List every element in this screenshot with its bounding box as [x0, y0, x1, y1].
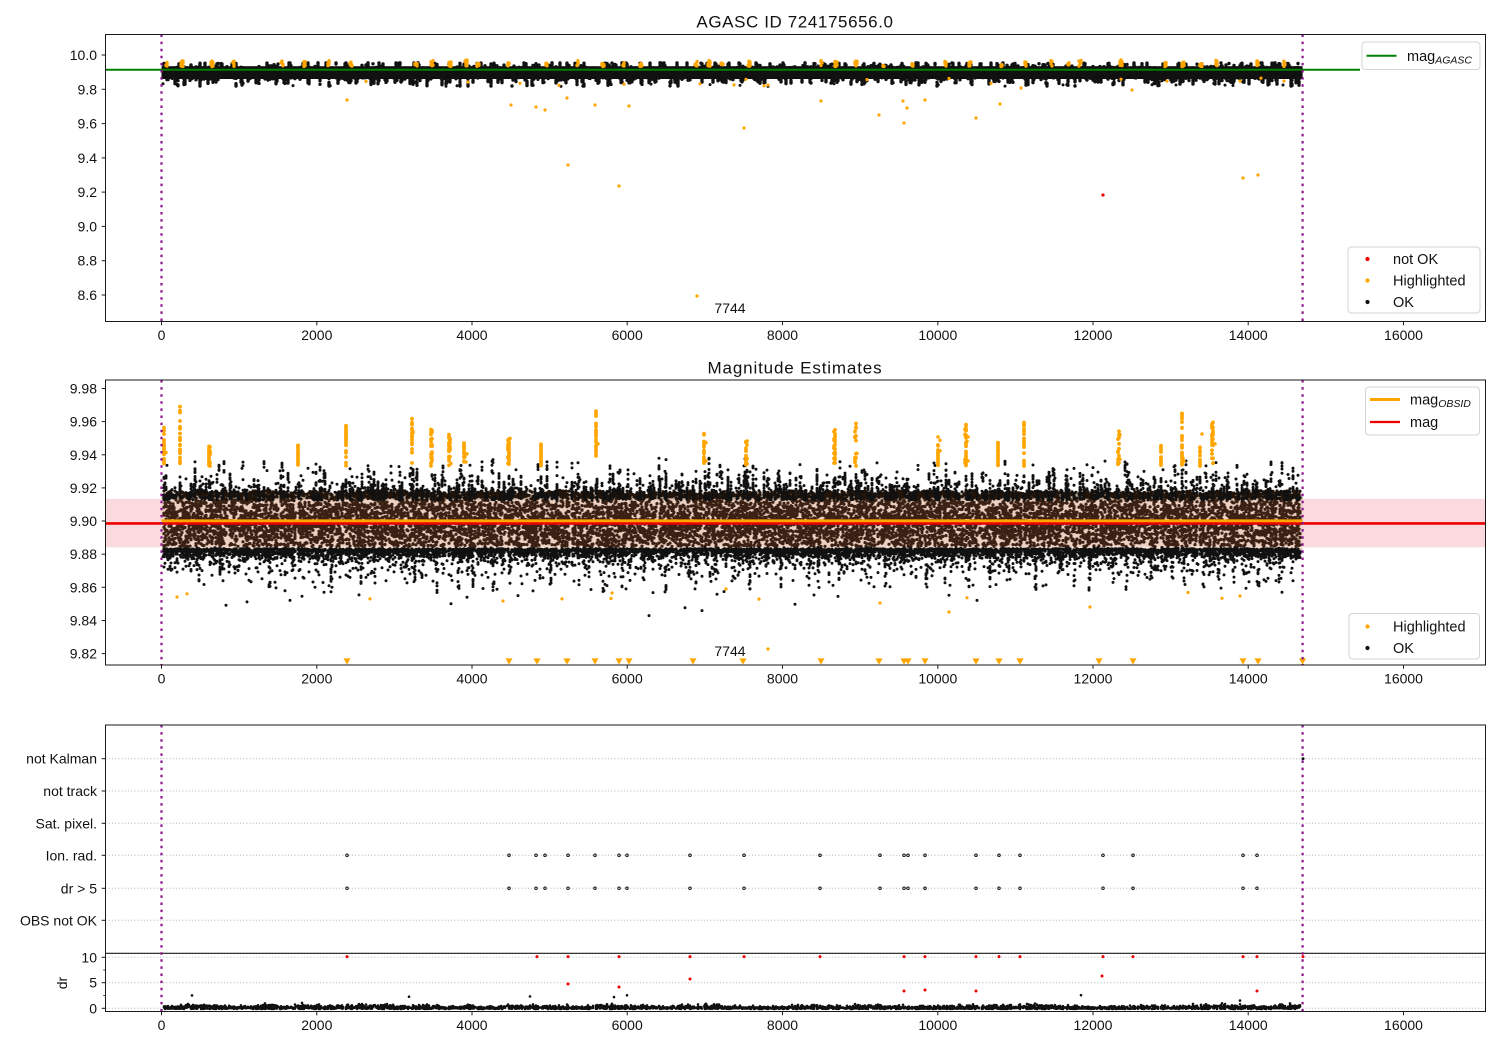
svg-text:4000: 4000 — [456, 671, 487, 687]
svg-text:Sat. pixel.: Sat. pixel. — [36, 815, 97, 831]
svg-text:10: 10 — [81, 949, 97, 965]
svg-text:Magnitude Estimates: Magnitude Estimates — [708, 359, 883, 378]
svg-text:mag: mag — [1410, 415, 1438, 431]
svg-text:10000: 10000 — [918, 1017, 957, 1033]
svg-text:8000: 8000 — [767, 1017, 798, 1033]
svg-text:9.0: 9.0 — [78, 218, 98, 234]
svg-text:2000: 2000 — [301, 671, 332, 687]
svg-text:not track: not track — [43, 783, 98, 799]
svg-text:dr > 5: dr > 5 — [61, 880, 97, 896]
svg-text:dr: dr — [54, 976, 70, 989]
svg-text:12000: 12000 — [1074, 327, 1113, 343]
svg-text:10000: 10000 — [918, 671, 957, 687]
svg-text:9.88: 9.88 — [70, 546, 97, 562]
svg-text:16000: 16000 — [1384, 1017, 1423, 1033]
svg-text:12000: 12000 — [1074, 1017, 1113, 1033]
svg-text:8000: 8000 — [767, 671, 798, 687]
svg-text:OK: OK — [1393, 641, 1414, 657]
svg-text:9.94: 9.94 — [70, 447, 97, 463]
svg-text:6000: 6000 — [612, 327, 643, 343]
svg-text:4000: 4000 — [456, 1017, 487, 1033]
svg-text:2000: 2000 — [301, 327, 332, 343]
svg-text:9.90: 9.90 — [70, 513, 97, 529]
svg-text:9.2: 9.2 — [78, 184, 98, 200]
svg-text:9.4: 9.4 — [78, 150, 98, 166]
svg-text:OK: OK — [1393, 295, 1414, 311]
svg-text:9.82: 9.82 — [70, 646, 97, 662]
svg-text:not OK: not OK — [1393, 252, 1438, 268]
svg-text:Highlighted: Highlighted — [1393, 274, 1466, 290]
svg-text:16000: 16000 — [1384, 327, 1423, 343]
svg-text:9.86: 9.86 — [70, 579, 97, 595]
svg-text:AGASC ID 724175656.0: AGASC ID 724175656.0 — [696, 13, 893, 32]
svg-text:9.96: 9.96 — [70, 414, 97, 430]
svg-text:9.92: 9.92 — [70, 480, 97, 496]
svg-text:9.6: 9.6 — [78, 116, 98, 132]
svg-text:10000: 10000 — [918, 327, 957, 343]
svg-text:9.98: 9.98 — [70, 381, 97, 397]
svg-text:8.8: 8.8 — [78, 253, 98, 269]
svg-text:Ion. rad.: Ion. rad. — [46, 847, 97, 863]
svg-text:not Kalman: not Kalman — [26, 751, 97, 767]
svg-text:0: 0 — [89, 1000, 97, 1016]
svg-text:10.0: 10.0 — [70, 47, 97, 63]
svg-text:2000: 2000 — [301, 1017, 332, 1033]
svg-text:14000: 14000 — [1229, 327, 1268, 343]
svg-text:7744: 7744 — [714, 643, 745, 659]
svg-text:Highlighted: Highlighted — [1393, 620, 1466, 636]
svg-text:5: 5 — [89, 975, 97, 991]
svg-text:8000: 8000 — [767, 327, 798, 343]
svg-text:0: 0 — [158, 671, 166, 687]
svg-text:8.6: 8.6 — [78, 287, 98, 303]
svg-text:12000: 12000 — [1074, 671, 1113, 687]
svg-text:0: 0 — [158, 327, 166, 343]
svg-text:6000: 6000 — [612, 671, 643, 687]
svg-text:14000: 14000 — [1229, 671, 1268, 687]
svg-text:9.8: 9.8 — [78, 81, 98, 97]
svg-text:4000: 4000 — [456, 327, 487, 343]
svg-text:OBS not OK: OBS not OK — [20, 912, 98, 928]
svg-text:9.84: 9.84 — [70, 613, 97, 629]
svg-text:16000: 16000 — [1384, 671, 1423, 687]
svg-text:14000: 14000 — [1229, 1017, 1268, 1033]
svg-text:6000: 6000 — [612, 1017, 643, 1033]
svg-text:7744: 7744 — [714, 300, 745, 316]
svg-text:0: 0 — [158, 1017, 166, 1033]
